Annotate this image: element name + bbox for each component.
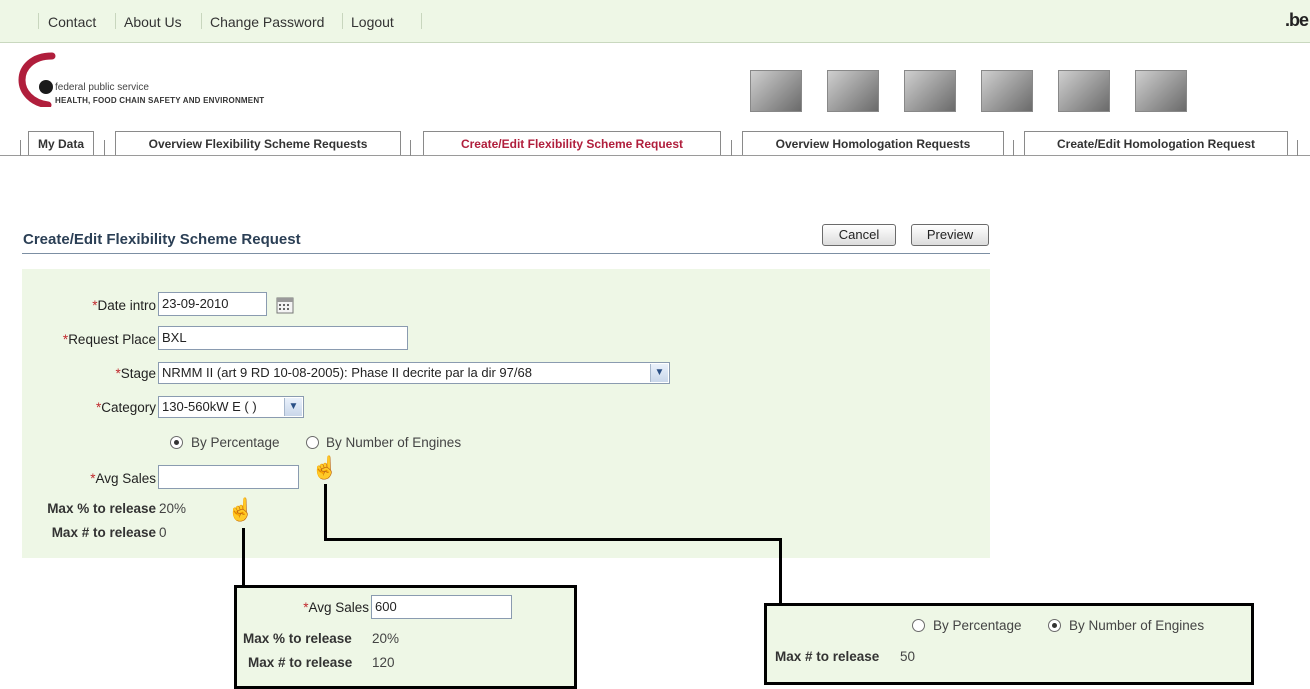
child-photo	[750, 70, 802, 112]
tab-overview-homologation[interactable]: Overview Homologation Requests	[742, 131, 1004, 155]
tab-tick	[731, 140, 732, 156]
callout-by-engines-radio[interactable]	[1048, 619, 1061, 632]
request-form: *Date intro 23-09-2010 *Request Place BX…	[22, 269, 990, 558]
tab-tick	[20, 140, 21, 156]
separator	[115, 13, 116, 29]
separator	[201, 13, 202, 29]
connector-line	[242, 528, 245, 587]
tab-create-edit-homologation[interactable]: Create/Edit Homologation Request	[1024, 131, 1288, 155]
avg-sales-callout: *Avg Sales 600 Max % to release 20% Max …	[234, 585, 577, 689]
connector-line	[324, 484, 327, 540]
max-num-label: Max # to release	[51, 525, 156, 540]
horse-photo	[1058, 70, 1110, 112]
top-nav-bar: Contact About Us Change Password Logout …	[0, 0, 1310, 43]
dandelion-photo	[1135, 70, 1187, 112]
tab-overview-flexibility[interactable]: Overview Flexibility Scheme Requests	[115, 131, 401, 155]
request-place-label: *Request Place	[62, 332, 156, 347]
stage-label: *Stage	[115, 366, 156, 381]
tab-my-data[interactable]: My Data	[28, 131, 94, 155]
about-us-link[interactable]: About Us	[124, 14, 182, 30]
title-divider	[22, 253, 990, 254]
separator	[421, 13, 422, 29]
callout-by-percentage-radio[interactable]	[912, 619, 925, 632]
callout-max-num-value: 120	[372, 655, 395, 670]
tab-create-edit-flexibility[interactable]: Create/Edit Flexibility Scheme Request	[423, 131, 721, 155]
hand-cursor-icon: ☝	[311, 455, 339, 480]
callout-max-pct-label: Max % to release	[243, 631, 352, 646]
callout-avg-sales-input[interactable]: 600	[371, 595, 512, 619]
by-engines-label: By Number of Engines	[326, 435, 462, 450]
date-intro-label: *Date intro	[92, 298, 156, 313]
radio-selected-dot	[174, 440, 179, 445]
tab-tick	[1013, 140, 1014, 156]
callout-avg-sales-label: *Avg Sales	[303, 600, 369, 615]
radio-selected-dot	[1052, 623, 1057, 628]
callout-max-pct-value: 20%	[372, 631, 400, 646]
callout-max-num-value: 50	[900, 649, 916, 664]
fps-logo-icon	[18, 52, 56, 107]
callout-max-num-label: Max # to release	[248, 655, 353, 670]
tab-tick	[410, 140, 411, 156]
hand-cursor-icon: ☝	[227, 497, 255, 522]
category-select[interactable]: 130-560kW E ( ) ▼	[158, 396, 304, 418]
separator	[38, 13, 39, 29]
page-title: Create/Edit Flexibility Scheme Request	[23, 231, 301, 248]
stage-value: NRMM II (art 9 RD 10-08-2005): Phase II …	[162, 365, 532, 380]
brand-line-1: federal public service	[55, 82, 149, 93]
medicine-photo	[827, 70, 879, 112]
wheelchair-photo	[904, 70, 956, 112]
logout-link[interactable]: Logout	[351, 14, 394, 30]
chevron-down-icon: ▼	[650, 364, 668, 382]
chevron-down-icon: ▼	[284, 398, 302, 416]
callout-by-engines-label: By Number of Engines	[1069, 618, 1205, 633]
avg-sales-input[interactable]	[158, 465, 299, 489]
stage-select[interactable]: NRMM II (art 9 RD 10-08-2005): Phase II …	[158, 362, 670, 384]
calendar-icon[interactable]	[276, 296, 294, 314]
max-pct-value: 20%	[159, 501, 187, 516]
brand-line-2: HEALTH, FOOD CHAIN SAFETY AND ENVIRONMEN…	[55, 96, 265, 105]
max-pct-label: Max % to release	[47, 501, 156, 516]
preview-button[interactable]: Preview	[911, 224, 989, 246]
engines-callout: By Percentage By Number of Engines Max #…	[764, 603, 1254, 685]
callout-max-num-label: Max # to release	[775, 649, 880, 664]
contact-link[interactable]: Contact	[48, 14, 96, 30]
cancel-button[interactable]: Cancel	[822, 224, 896, 246]
category-value: 130-560kW E ( )	[162, 399, 257, 414]
by-engines-radio[interactable]	[306, 436, 319, 449]
connector-line	[324, 538, 782, 541]
by-percentage-label: By Percentage	[191, 435, 280, 450]
change-password-link[interactable]: Change Password	[210, 14, 324, 30]
callout-by-percentage-label: By Percentage	[933, 618, 1022, 633]
date-intro-input[interactable]: 23-09-2010	[158, 292, 267, 316]
tab-tick	[104, 140, 105, 156]
request-place-input[interactable]: BXL	[158, 326, 408, 350]
by-percentage-radio[interactable]	[170, 436, 183, 449]
max-num-value: 0	[159, 525, 167, 540]
pills-photo	[981, 70, 1033, 112]
tab-tick	[1297, 140, 1298, 156]
connector-line	[779, 538, 782, 604]
be-domain-logo: .be	[1285, 10, 1309, 30]
separator	[342, 13, 343, 29]
avg-sales-label: *Avg Sales	[90, 471, 156, 486]
category-label: *Category	[95, 400, 156, 415]
